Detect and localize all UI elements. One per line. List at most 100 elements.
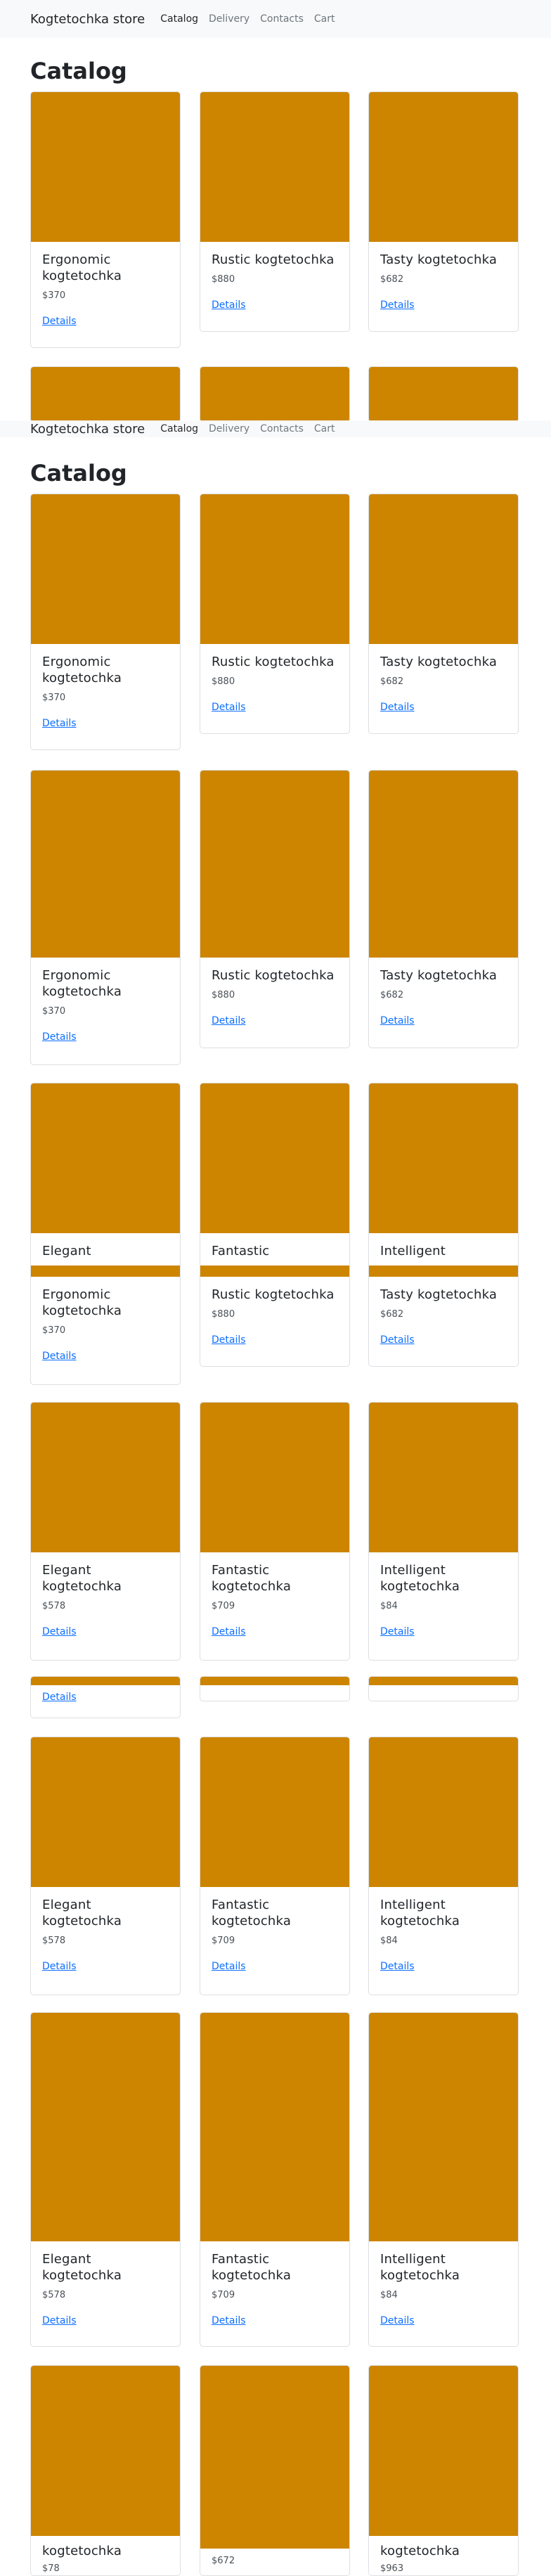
details-link[interactable]: Details xyxy=(212,1961,246,1972)
product-image xyxy=(31,1083,180,1233)
product-card: Ergonomic kogtetochka $370 Details xyxy=(30,91,181,348)
product-card: Intelligent Tasty kogtetochka $682 Detai… xyxy=(368,1083,519,1367)
details-link[interactable]: Details xyxy=(42,1031,77,1043)
product-image xyxy=(31,92,180,242)
details-link[interactable]: Details xyxy=(380,1626,415,1637)
nav-catalog[interactable]: Catalog xyxy=(160,13,198,25)
nav-cart[interactable]: Cart xyxy=(314,423,335,434)
product-name: Tasty kogtetochka xyxy=(380,252,498,267)
product-price: $672 xyxy=(212,2556,235,2566)
product-name: Intelligent kogtetochka xyxy=(380,1563,460,1594)
product-price: $682 xyxy=(380,274,404,285)
details-link[interactable]: Details xyxy=(42,1692,77,1703)
product-image xyxy=(31,1403,180,1552)
product-card xyxy=(30,366,181,423)
product-price: $709 xyxy=(212,1936,235,1946)
product-card xyxy=(200,366,350,423)
details-link[interactable]: Details xyxy=(42,718,77,729)
product-image xyxy=(200,92,349,242)
navbar-overlay: Kogtetochka store Catalog Delivery Conta… xyxy=(0,420,551,437)
product-image xyxy=(31,1677,180,1685)
product-price: $370 xyxy=(42,1006,66,1017)
details-link[interactable]: Details xyxy=(380,1015,415,1026)
brand-link[interactable]: Kogtetochka store xyxy=(30,12,145,27)
product-name: Rustic kogtetochka xyxy=(212,252,335,267)
product-price: $578 xyxy=(42,1601,66,1611)
product-price: $84 xyxy=(380,1936,398,1946)
details-link[interactable]: Details xyxy=(212,1015,246,1026)
product-card xyxy=(368,366,519,423)
product-name: Fantastic kogtetochka xyxy=(212,1898,292,1928)
product-card: Tasty kogtetochka $682 Details xyxy=(368,91,519,332)
product-card: Elegant kogtetochka $578 Details xyxy=(30,2012,181,2347)
product-name: Ergonomic kogtetochka xyxy=(42,655,122,685)
product-name: Elegant kogtetochka xyxy=(42,1563,122,1594)
product-card: Intelligent kogtetochka $84 Details xyxy=(368,1737,519,1995)
product-price: $880 xyxy=(212,990,235,1000)
product-image xyxy=(31,367,180,422)
product-name: Rustic kogtetochka xyxy=(212,968,335,983)
product-price: $682 xyxy=(380,990,404,1000)
details-link[interactable]: Details xyxy=(42,1626,77,1637)
nav-delivery[interactable]: Delivery xyxy=(209,423,249,434)
product-card: Tasty kogtetochka $682 Details xyxy=(368,770,519,1048)
details-link[interactable]: Details xyxy=(42,1351,77,1362)
product-card: Intelligent kogtetochka $84 Details xyxy=(368,1402,519,1661)
product-card: kogtetochka $963 xyxy=(368,2365,519,2576)
product-card: Fantastic kogtetochka $709 Details xyxy=(200,2012,350,2347)
details-link[interactable]: Details xyxy=(380,2315,415,2326)
product-name: Fantastic kogtetochka xyxy=(212,2252,292,2283)
product-card: Fantastic Rustic kogtetochka $880 Detail… xyxy=(200,1083,350,1367)
product-card: Elegant kogtetochka $578 Details xyxy=(30,1402,181,1661)
brand-link[interactable]: Kogtetochka store xyxy=(30,422,145,437)
product-image xyxy=(369,1403,518,1552)
details-link[interactable]: Details xyxy=(212,300,246,311)
details-link[interactable]: Details xyxy=(380,300,415,311)
product-card: Rustic kogtetochka $880 Details xyxy=(200,91,350,332)
product-image xyxy=(200,367,349,422)
product-price: $880 xyxy=(212,1309,235,1320)
page-title: Catalog xyxy=(30,58,127,84)
nav-contacts[interactable]: Contacts xyxy=(260,423,304,434)
details-link[interactable]: Details xyxy=(42,316,77,327)
details-link[interactable]: Details xyxy=(212,2315,246,2326)
product-image xyxy=(200,1403,349,1552)
details-link[interactable]: Details xyxy=(212,702,246,713)
details-link[interactable]: Details xyxy=(42,1961,77,1972)
product-image xyxy=(369,1677,518,1685)
product-card: Fantastic kogtetochka $709 Details xyxy=(200,1737,350,1995)
product-partial-name: Intelligent xyxy=(380,1244,446,1258)
details-link[interactable]: Details xyxy=(380,1334,415,1346)
product-image xyxy=(369,494,518,644)
nav-delivery[interactable]: Delivery xyxy=(209,13,249,25)
product-name: Ergonomic kogtetochka xyxy=(42,252,122,283)
product-card: Details xyxy=(30,1676,181,1718)
product-image xyxy=(369,771,518,958)
product-image xyxy=(200,1266,349,1277)
product-price: $578 xyxy=(42,2290,66,2300)
nav-catalog[interactable]: Catalog xyxy=(160,423,198,434)
product-name: Tasty kogtetochka xyxy=(380,655,498,669)
details-link[interactable]: Details xyxy=(212,1334,246,1346)
product-partial-name: Fantastic xyxy=(212,1244,270,1258)
product-name: Elegant kogtetochka xyxy=(42,2252,122,2283)
product-image xyxy=(200,1083,349,1233)
product-card: Fantastic kogtetochka $709 Details xyxy=(200,1402,350,1661)
product-price: $84 xyxy=(380,2290,398,2300)
details-link[interactable]: Details xyxy=(380,702,415,713)
details-link[interactable]: Details xyxy=(42,2315,77,2326)
product-image xyxy=(31,2366,180,2563)
nav-contacts[interactable]: Contacts xyxy=(260,13,304,25)
product-image xyxy=(200,2013,349,2241)
product-image xyxy=(31,494,180,644)
product-price: $963 xyxy=(380,2563,404,2574)
nav-cart[interactable]: Cart xyxy=(314,13,335,25)
details-link[interactable]: Details xyxy=(212,1626,246,1637)
product-name: Tasty kogtetochka xyxy=(380,1287,498,1302)
details-link[interactable]: Details xyxy=(380,1961,415,1972)
product-partial-name: kogtetochka xyxy=(380,2544,460,2558)
product-image xyxy=(369,1266,518,1277)
product-card: Rustic kogtetochka $880 Details xyxy=(200,770,350,1048)
product-partial-name: Elegant xyxy=(42,1244,91,1258)
product-image xyxy=(369,1737,518,1887)
